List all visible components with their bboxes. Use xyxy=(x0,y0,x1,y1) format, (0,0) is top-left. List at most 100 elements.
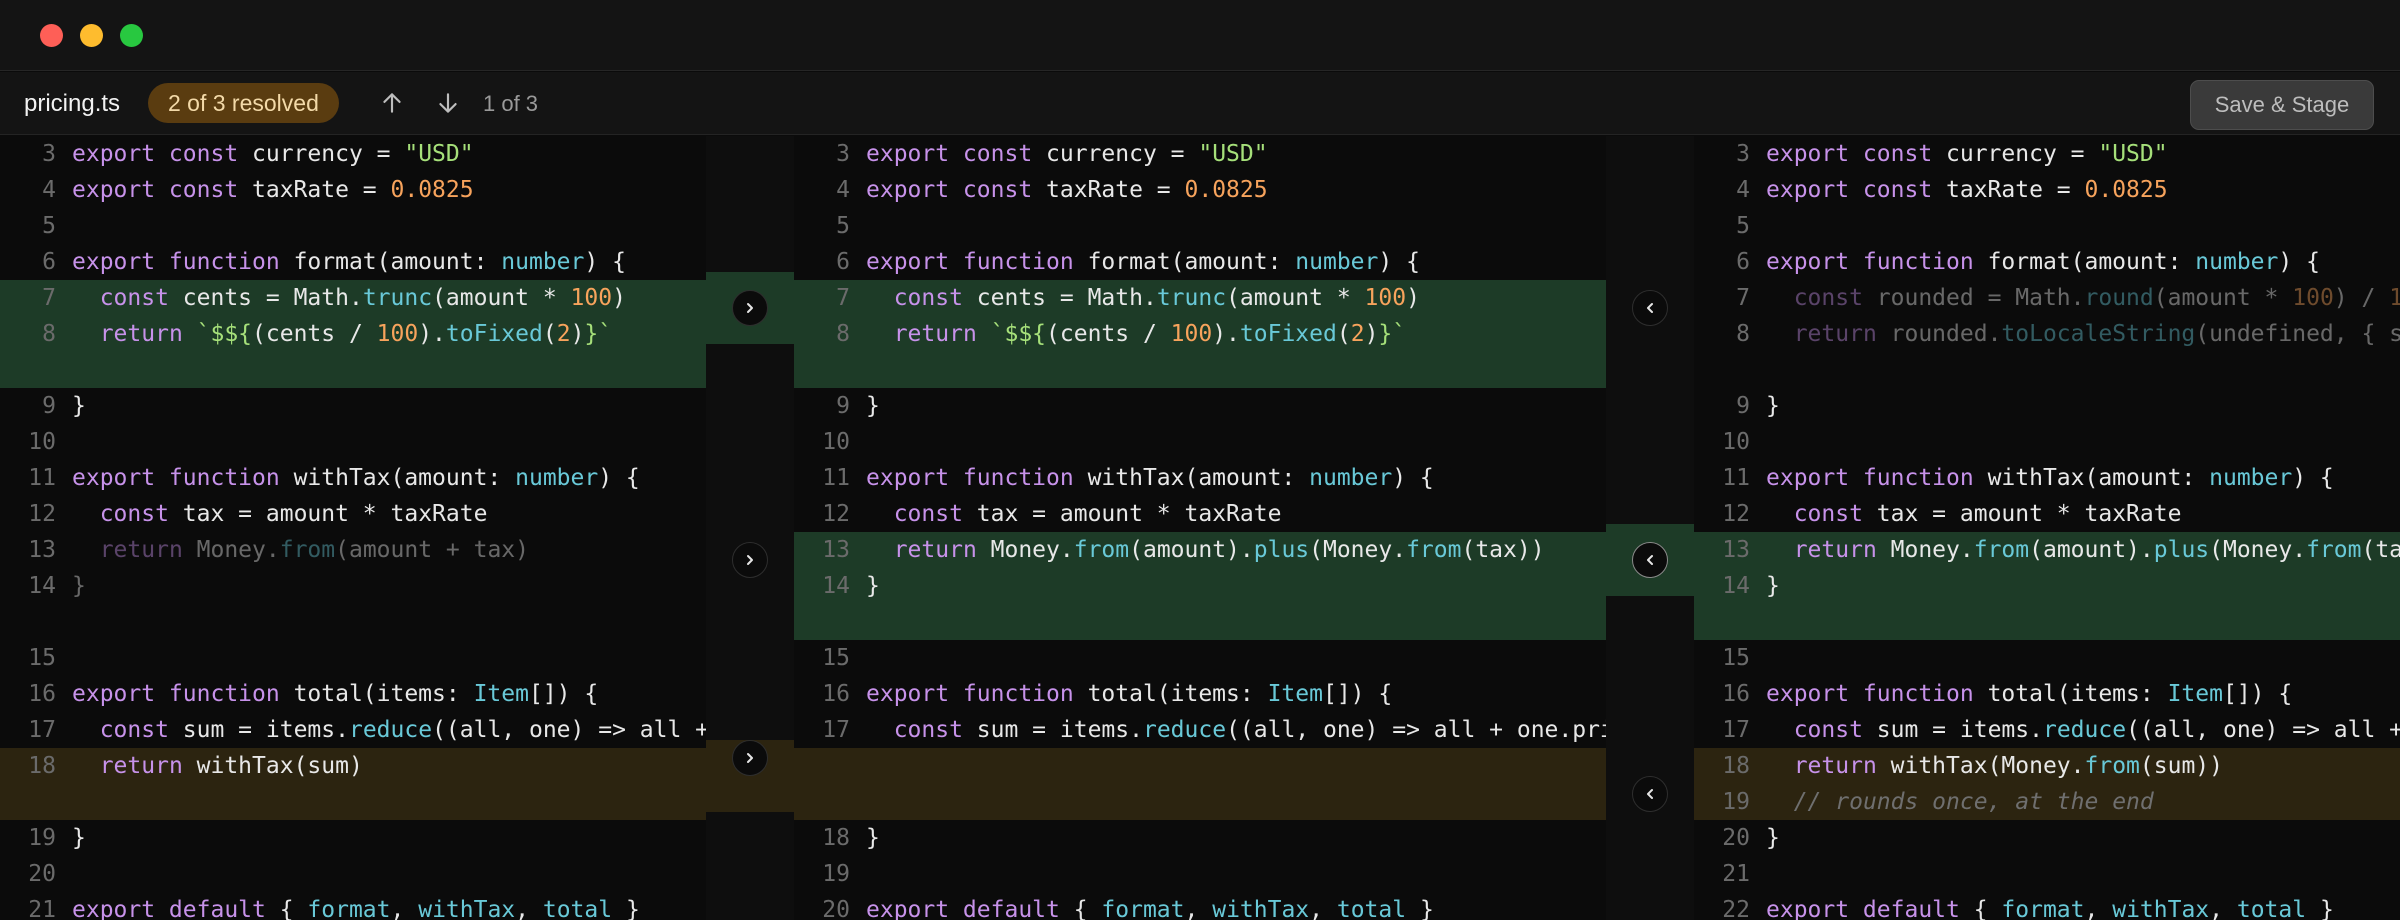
code-line[interactable] xyxy=(794,748,866,784)
code-line[interactable]: 19 // rounds once, at the end xyxy=(1694,784,2153,820)
line-number: 11 xyxy=(1722,465,1750,491)
code-line[interactable]: 10 xyxy=(0,424,72,460)
right-pane-theirs[interactable]: 3 export const currency = "USD" 4 export co… xyxy=(1694,136,2400,920)
line-number: 5 xyxy=(836,213,850,239)
code-line[interactable]: 7 const rounded = Math.round(amount * 10… xyxy=(1694,280,2400,316)
code-line[interactable]: 13 return Money.from(amount).plus(Money.… xyxy=(1694,532,2400,568)
code-line[interactable]: 8 return `$${(cents / 100).toFixed(2)}` xyxy=(0,316,612,352)
code-line[interactable]: 17 const sum = items.reduce((all, one) =… xyxy=(1694,712,2400,748)
code-line[interactable]: 8 return `$${(cents / 100).toFixed(2)}` xyxy=(794,316,1406,352)
minimize-window-button[interactable] xyxy=(80,24,103,47)
line-number: 22 xyxy=(1722,897,1750,920)
code-line[interactable]: 18} xyxy=(794,820,880,856)
code-line[interactable]: 8 return rounded.toLocaleString(undefine… xyxy=(1694,316,2400,352)
code-line[interactable]: 10 xyxy=(794,424,866,460)
code-line[interactable]: 21 xyxy=(1694,856,1766,892)
code-line[interactable]: 5 xyxy=(1694,208,1766,244)
code-line[interactable]: 7 const cents = Math.trunc(amount * 100) xyxy=(794,280,1420,316)
line-number: 15 xyxy=(28,645,56,671)
code-line[interactable]: 3 export const currency = "USD" xyxy=(1694,136,2167,172)
code-line[interactable]: 17 const sum = items.reduce((all, one) =… xyxy=(0,712,706,748)
code-line[interactable]: 16 export function total(items: Item[]) { xyxy=(794,676,1392,712)
code-line[interactable]: 16 export function total(items: Item[]) { xyxy=(0,676,598,712)
code-text: } xyxy=(1766,393,1780,419)
code-line[interactable]: 20 xyxy=(0,856,72,892)
line-number: 7 xyxy=(836,285,850,311)
code-line[interactable]: 20 export default { format, withTax, tota… xyxy=(794,892,1434,920)
code-line[interactable]: 4 export const taxRate = 0.0825 xyxy=(0,172,473,208)
code-line[interactable]: 9} xyxy=(794,388,880,424)
chevron-right-icon xyxy=(747,753,753,763)
code-line[interactable] xyxy=(0,784,72,820)
accept-right-hunk-button[interactable] xyxy=(1632,290,1668,326)
code-line[interactable]: 6 export function format(amount: number) … xyxy=(794,244,1420,280)
chevron-left-icon xyxy=(1647,303,1653,313)
line-number: 20 xyxy=(1722,825,1750,851)
code-line[interactable] xyxy=(1694,604,1766,640)
line-number: 3 xyxy=(836,141,850,167)
code-line[interactable]: 17 const sum = items.reduce((all, one) =… xyxy=(794,712,1606,748)
code-line[interactable]: 14} xyxy=(0,568,86,604)
code-line[interactable]: 15 xyxy=(794,640,866,676)
code-line[interactable] xyxy=(1694,352,1766,388)
close-window-button[interactable] xyxy=(40,24,63,47)
code-line[interactable]: 3 export const currency = "USD" xyxy=(794,136,1267,172)
code-text: const sum = items.reduce((all, one) => a… xyxy=(99,717,706,743)
code-text: const rounded = Math.round(amount * 100)… xyxy=(1793,285,2400,311)
line-number: 19 xyxy=(28,825,56,851)
zoom-window-button[interactable] xyxy=(120,24,143,47)
code-line[interactable]: 15 xyxy=(0,640,72,676)
accept-left-hunk-button[interactable] xyxy=(732,290,768,326)
center-pane-result[interactable]: 3 export const currency = "USD" 4 export co… xyxy=(794,136,1606,920)
accept-right-hunk-button[interactable] xyxy=(1632,542,1668,578)
code-text: } xyxy=(72,825,86,851)
code-line[interactable]: 21 export default { format, withTax, tota… xyxy=(0,892,640,920)
code-line[interactable]: 15 xyxy=(1694,640,1766,676)
code-line[interactable]: 5 xyxy=(0,208,72,244)
code-line[interactable]: 6 export function format(amount: number) … xyxy=(1694,244,2320,280)
line-number: 4 xyxy=(42,177,56,203)
line-number: 11 xyxy=(28,465,56,491)
code-text: const tax = amount * taxRate xyxy=(99,501,488,527)
code-line[interactable]: 12 const tax = amount * taxRate xyxy=(1694,496,2181,532)
code-line[interactable]: 14} xyxy=(794,568,880,604)
code-text: export function withTax(amount: number) … xyxy=(72,465,640,491)
code-line[interactable]: 11 export function withTax(amount: number… xyxy=(1694,460,2333,496)
accept-left-hunk-button[interactable] xyxy=(732,740,768,776)
line-number: 10 xyxy=(28,429,56,455)
accept-right-hunk-button[interactable] xyxy=(1632,776,1668,812)
code-line[interactable]: 12 const tax = amount * taxRate xyxy=(0,496,487,532)
code-line[interactable]: 11 export function withTax(amount: number… xyxy=(0,460,640,496)
code-line[interactable]: 4 export const taxRate = 0.0825 xyxy=(1694,172,2167,208)
code-line[interactable]: 19} xyxy=(0,820,86,856)
left-pane-ours[interactable]: 3 export const currency = "USD" 4 export co… xyxy=(0,136,706,920)
code-line[interactable]: 13 return Money.from(amount).plus(Money.… xyxy=(794,532,1544,568)
save-and-stage-button[interactable]: Save & Stage xyxy=(2190,80,2374,130)
code-line[interactable]: 18 return withTax(Money.from(sum)) xyxy=(1694,748,2223,784)
code-line[interactable]: 13 return Money.from(amount + tax) xyxy=(0,532,529,568)
code-line[interactable]: 11 export function withTax(amount: number… xyxy=(794,460,1433,496)
next-conflict-button[interactable] xyxy=(431,86,465,120)
code-line[interactable] xyxy=(794,604,866,640)
code-line[interactable]: 6 export function format(amount: number) … xyxy=(0,244,626,280)
code-line[interactable]: 4 export const taxRate = 0.0825 xyxy=(794,172,1267,208)
code-line[interactable]: 9} xyxy=(1694,388,1780,424)
code-line[interactable]: 16 export function total(items: Item[]) { xyxy=(1694,676,2292,712)
code-line[interactable] xyxy=(794,784,866,820)
code-line[interactable] xyxy=(794,352,866,388)
code-line[interactable]: 14} xyxy=(1694,568,1780,604)
previous-conflict-button[interactable] xyxy=(375,86,409,120)
code-line[interactable]: 10 xyxy=(1694,424,1766,460)
code-line[interactable] xyxy=(0,352,72,388)
code-line[interactable]: 9} xyxy=(0,388,86,424)
code-line[interactable]: 7 const cents = Math.trunc(amount * 100) xyxy=(0,280,626,316)
code-line[interactable]: 20} xyxy=(1694,820,1780,856)
code-line[interactable]: 12 const tax = amount * taxRate xyxy=(794,496,1281,532)
accept-left-hunk-button[interactable] xyxy=(732,542,768,578)
code-line[interactable] xyxy=(0,604,72,640)
code-line[interactable]: 18 return withTax(sum) xyxy=(0,748,363,784)
code-line[interactable]: 3 export const currency = "USD" xyxy=(0,136,473,172)
code-line[interactable]: 22 export default { format, withTax, tota… xyxy=(1694,892,2334,920)
code-line[interactable]: 5 xyxy=(794,208,866,244)
code-line[interactable]: 19 xyxy=(794,856,866,892)
